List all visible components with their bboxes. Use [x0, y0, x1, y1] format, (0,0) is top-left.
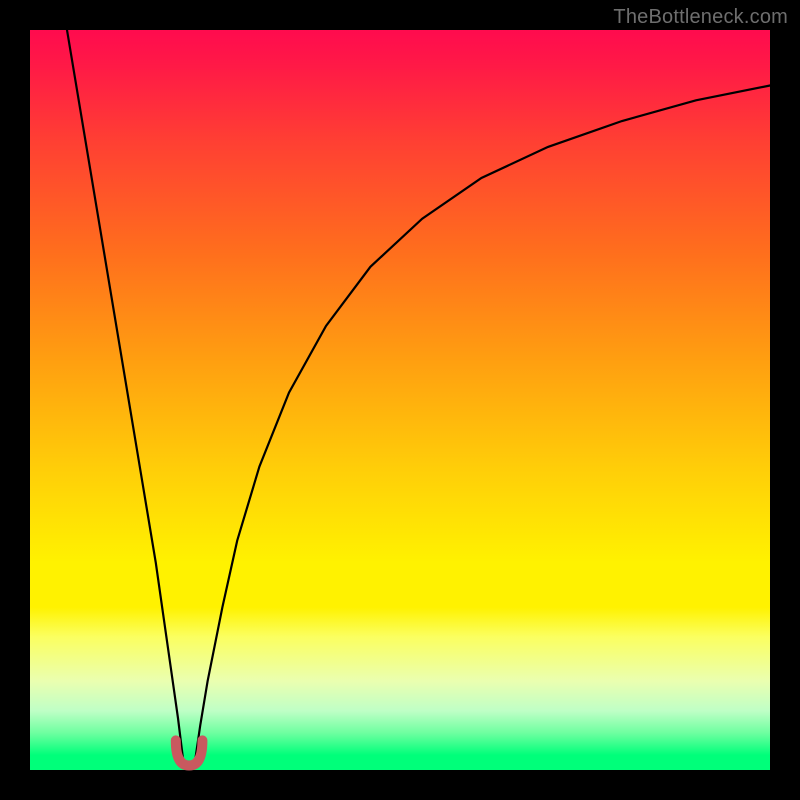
watermark-text: TheBottleneck.com — [613, 6, 788, 29]
chart-svg — [0, 0, 800, 800]
u-shape-marker — [176, 740, 203, 765]
chart-frame: TheBottleneck.com — [0, 0, 800, 800]
curve-left-branch — [67, 30, 184, 766]
curve-right-branch — [194, 86, 770, 767]
